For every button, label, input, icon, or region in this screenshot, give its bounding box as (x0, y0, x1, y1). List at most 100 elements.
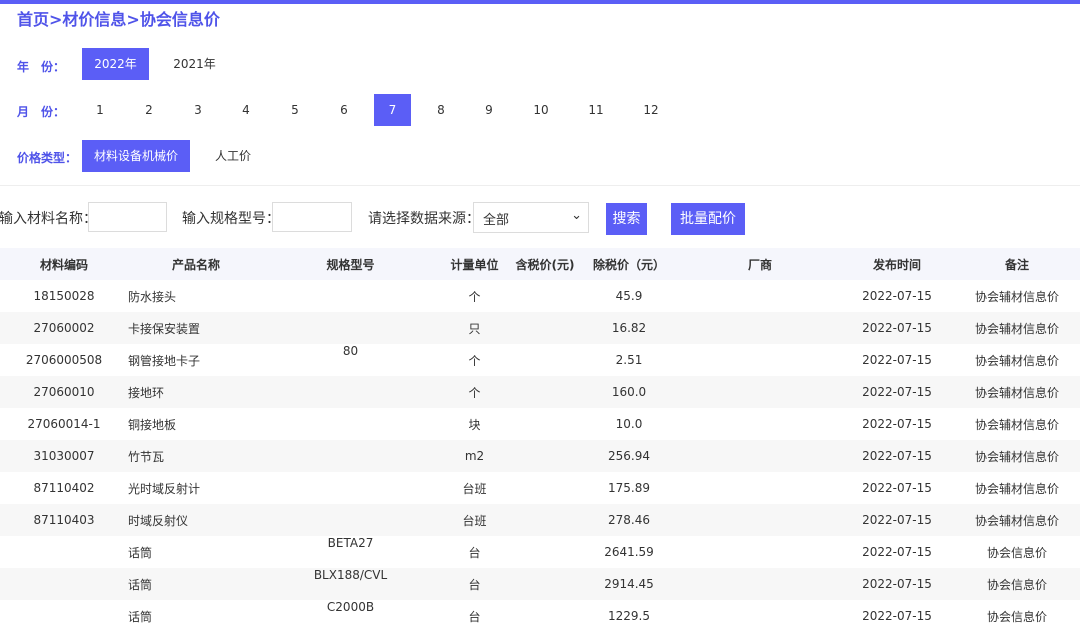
month-option-11[interactable]: 11 (579, 94, 613, 126)
cell-spec: 80 (342, 344, 359, 358)
cell-code: 18150028 (33, 289, 95, 303)
cell-price: 1229.5 (608, 609, 650, 623)
price-type-option-labor[interactable]: 人工价 (202, 140, 264, 172)
cell-remark: 协会辅材信息价 (974, 481, 1059, 496)
year-filter-label: 年 份： (17, 60, 66, 74)
cell-date: 2022-07-15 (862, 545, 932, 559)
cell-name: 防水接头 (128, 289, 177, 304)
month-option-2[interactable]: 2 (134, 94, 164, 126)
column-header-tax-price: 含税价(元) (512, 248, 578, 280)
cell-unit: m2 (437, 440, 512, 472)
cell-unit: 台 (468, 609, 481, 624)
cell-spec: C2000B (326, 600, 375, 614)
column-header-date: 发布时间 (840, 248, 954, 280)
month-option-12[interactable]: 12 (634, 94, 668, 126)
cell-date: 2022-07-15 (840, 440, 954, 472)
section-divider (0, 185, 1080, 186)
cell-price: 10.0 (615, 417, 643, 431)
search-button[interactable]: 搜索 (606, 203, 647, 235)
table-row: 话筒 BLX188/CVL 台 2914.45 2022-07-15 协会信息价 (0, 568, 1080, 600)
year-option-2022[interactable]: 2022年 (82, 48, 149, 80)
spec-input[interactable] (272, 202, 352, 232)
table-row: 31030007 竹节瓦 m2 256.94 2022-07-15 协会辅材信息… (0, 440, 1080, 472)
cell-spec (264, 504, 437, 536)
price-type-filter-label: 价格类型： (17, 151, 78, 165)
price-type-option-material[interactable]: 材料设备机械价 (82, 140, 190, 172)
month-option-5[interactable]: 5 (280, 94, 310, 126)
cell-remark: 协会辅材信息价 (954, 440, 1080, 472)
cell-code: 27060002 (0, 312, 128, 344)
cell-price: 175.89 (608, 481, 650, 495)
cell-code (0, 600, 128, 632)
cell-maker (680, 408, 840, 440)
cell-date: 2022-07-15 (840, 504, 954, 536)
table-row: 27060014-1 铜接地板 块 10.0 2022-07-15 协会辅材信息… (0, 408, 1080, 440)
cell-spec (264, 408, 437, 440)
cell-date: 2022-07-15 (840, 376, 954, 408)
cell-name: 话筒 (128, 609, 153, 624)
cell-tax-price (512, 504, 578, 536)
cell-code: 2706000508 (25, 353, 103, 367)
cell-code (0, 536, 128, 568)
cell-price: 278.46 (578, 504, 680, 536)
column-header-price: 除税价（元） (578, 248, 680, 280)
cell-tax-price (512, 600, 578, 632)
table-row: 18150028 防水接头 个 45.9 2022-07-15 协会辅材信息价 (0, 280, 1080, 312)
cell-remark: 协会辅材信息价 (954, 312, 1080, 344)
cell-tax-price (512, 280, 578, 312)
cell-code (0, 568, 128, 600)
month-option-8[interactable]: 8 (426, 94, 456, 126)
cell-remark: 协会信息价 (986, 609, 1047, 624)
cell-unit: 台 (437, 568, 512, 600)
month-option-6[interactable]: 6 (329, 94, 359, 126)
table-header-row: 材料编码 产品名称 规格型号 计量单位 含税价(元) 除税价（元） 厂商 发布时… (0, 248, 1080, 280)
cell-maker (680, 440, 840, 472)
cell-unit: 台 (468, 545, 481, 560)
month-option-1[interactable]: 1 (85, 94, 115, 126)
cell-spec (264, 312, 437, 344)
cell-remark: 协会辅材信息价 (954, 376, 1080, 408)
month-option-10[interactable]: 10 (524, 94, 558, 126)
data-source-label: 请选择数据来源： (368, 211, 480, 227)
cell-maker (680, 376, 840, 408)
column-header-name: 产品名称 (128, 248, 264, 280)
month-option-4[interactable]: 4 (231, 94, 261, 126)
month-option-7[interactable]: 7 (374, 94, 411, 126)
cell-tax-price (512, 536, 578, 568)
cell-price: 16.82 (578, 312, 680, 344)
cell-unit: 个 (468, 289, 481, 304)
cell-tax-price (512, 440, 578, 472)
cell-name: 卡接保安装置 (128, 312, 264, 344)
cell-code: 87110402 (33, 481, 95, 495)
cell-tax-price (512, 312, 578, 344)
breadcrumb: 首页>材价信息>协会信息价 (17, 10, 220, 29)
cell-date: 2022-07-15 (862, 417, 932, 431)
cell-name: 时域反射仪 (128, 504, 264, 536)
year-option-2021[interactable]: 2021年 (161, 48, 228, 80)
cell-price: 2641.59 (604, 545, 654, 559)
cell-name: 接地环 (128, 376, 264, 408)
column-header-code: 材料编码 (0, 248, 128, 280)
cell-price: 256.94 (578, 440, 680, 472)
month-option-9[interactable]: 9 (474, 94, 504, 126)
cell-code: 31030007 (0, 440, 128, 472)
cell-unit: 块 (468, 417, 481, 432)
cell-unit: 个 (437, 376, 512, 408)
cell-maker (680, 536, 840, 568)
column-header-spec: 规格型号 (264, 248, 437, 280)
month-option-3[interactable]: 3 (183, 94, 213, 126)
data-source-select[interactable]: 全部 ⌄ (473, 202, 589, 233)
batch-pricing-button[interactable]: 批量配价 (671, 203, 745, 235)
cell-date: 2022-07-15 (862, 353, 932, 367)
material-name-input[interactable] (88, 202, 167, 232)
material-name-label: 输入材料名称： (0, 211, 97, 227)
cell-tax-price (512, 472, 578, 504)
cell-unit: 台班 (437, 504, 512, 536)
cell-name: 话筒 (128, 568, 264, 600)
cell-name: 钢管接地卡子 (128, 353, 201, 368)
cell-date: 2022-07-15 (862, 481, 932, 495)
top-accent-bar (0, 0, 1080, 4)
cell-remark: 协会辅材信息价 (974, 417, 1059, 432)
cell-tax-price (512, 568, 578, 600)
spec-label: 输入规格型号： (182, 211, 280, 227)
